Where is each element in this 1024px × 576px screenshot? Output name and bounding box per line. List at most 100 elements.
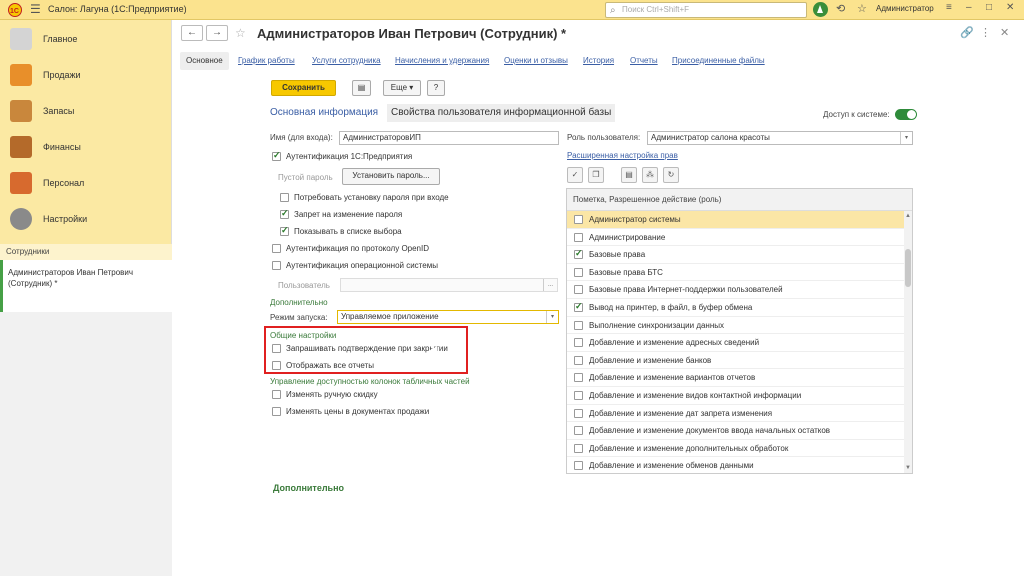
minimize-icon[interactable]: – [966,2,972,13]
tab-history[interactable]: История [583,52,614,70]
bell-icon[interactable] [813,2,828,17]
role-checkbox[interactable] [574,355,583,365]
role-checkbox[interactable] [574,391,583,400]
openid-checkbox[interactable] [272,244,281,253]
role-checkbox[interactable] [574,320,583,330]
uncheck-all-button[interactable]: ❐ [588,167,604,183]
table-row[interactable]: Добавление и изменение вариантов отчетов [567,369,904,387]
tab-accruals[interactable]: Начисления и удержания [395,52,489,70]
require-password-checkbox[interactable] [280,193,289,202]
change-prices-checkbox[interactable] [272,407,281,416]
tab-services[interactable]: Услуги сотрудника [312,52,381,70]
table-row[interactable]: Добавление и изменение видов контактной … [567,387,904,405]
empty-password-label: Пустой пароль [278,173,333,182]
tab-ratings[interactable]: Оценки и отзывы [504,52,568,70]
check-all-button[interactable]: ✓ [567,167,583,183]
document-button[interactable]: ▤ [352,80,371,96]
ask-confirm-checkbox[interactable] [272,344,281,353]
scroll-thumb[interactable] [905,249,911,287]
os-user-select-button[interactable]: ... [543,279,557,291]
forbid-change-checkbox[interactable] [280,208,289,219]
role-checkbox[interactable] [574,461,583,471]
more-icon[interactable]: ⋮ [980,26,991,39]
tab-main[interactable]: Основное [180,52,229,70]
tree-view-button[interactable]: ⁂ [642,167,658,183]
user-name[interactable]: Администратор [876,4,934,13]
role-checkbox[interactable] [574,426,583,436]
sidebar-item-settings[interactable]: Настройки [0,202,172,236]
sidebar-item-personnel[interactable]: Персонал [0,166,172,200]
role-checkbox[interactable] [574,301,583,312]
table-row[interactable]: Добавление и изменение банков [567,352,904,370]
auth-1c-checkbox[interactable] [272,150,281,161]
table-row[interactable]: Администрирование [567,229,904,247]
favorite-star-icon[interactable]: ☆ [235,26,246,40]
launch-mode-select[interactable]: Управляемое приложение ▾ [337,310,559,324]
role-table-header-label: Пометка, Разрешенное действие (роль) [573,195,722,204]
role-checkbox[interactable] [574,215,583,224]
show-in-list-checkbox[interactable] [280,225,289,236]
history-icon[interactable]: ⟲ [836,2,845,15]
open-window-item[interactable]: Администраторов Иван Петрович (Сотрудник… [0,260,172,312]
list-view-button[interactable]: ▤ [621,167,637,183]
ask-confirm-label: Запрашивать подтверждение при закрытии [286,344,448,353]
table-row[interactable]: Добавление и изменение дополнительных об… [567,440,904,458]
bottom-additional-header[interactable]: Дополнительно [273,483,344,493]
table-row[interactable]: Администратор системы [567,211,904,229]
tab-attached-files[interactable]: Присоединенные файлы [672,52,765,70]
set-password-button[interactable]: Установить пароль... [342,168,440,185]
back-button[interactable]: ← [181,25,203,41]
table-row[interactable]: Добавление и изменение документов ввода … [567,422,904,440]
hamburger-icon[interactable]: ☰ [30,3,41,16]
role-select[interactable]: Администратор салона красоты ▾ [647,131,913,145]
table-row[interactable]: Базовые права Интернет-поддержки пользов… [567,281,904,299]
table-row[interactable]: Добавление и изменение дат запрета измен… [567,405,904,423]
change-discount-checkbox[interactable] [272,390,281,399]
role-label: Добавление и изменение обменов данными [589,461,754,471]
sidebar-item-main[interactable]: Главное [0,22,172,56]
table-row[interactable]: Базовые права БТС [567,264,904,282]
forward-button[interactable]: → [206,25,228,41]
help-button[interactable]: ? [427,80,445,96]
sidebar-item-inventory[interactable]: Запасы [0,94,172,128]
search-input[interactable]: ⌕ Поиск Ctrl+Shift+F [605,2,807,18]
role-checkbox[interactable] [574,267,583,277]
sidebar-item-finance[interactable]: Финансы [0,130,172,164]
tab-main-info[interactable]: Основная информация [270,104,378,122]
role-checkbox[interactable] [574,285,583,295]
link-icon[interactable]: 🔗 [960,26,974,39]
columns-access-header: Управление доступностью колонок табличны… [270,377,470,386]
more-menu-button[interactable]: Еще ▾ [383,80,421,96]
close-icon[interactable]: ✕ [1006,2,1014,13]
show-reports-checkbox[interactable] [272,361,281,370]
tab-schedule[interactable]: График работы [238,52,295,70]
table-row[interactable]: Вывод на принтер, в файл, в буфер обмена [567,299,904,317]
role-table-scrollbar[interactable]: ▲ ▼ [904,211,912,473]
tab-reports[interactable]: Отчеты [630,52,658,70]
window-close-icon[interactable]: ✕ [1000,26,1009,39]
star-icon[interactable]: ☆ [857,2,867,15]
scroll-down-icon[interactable]: ▼ [905,465,911,471]
save-button[interactable]: Сохранить [271,80,336,96]
scroll-up-icon[interactable]: ▲ [905,213,911,219]
role-checkbox[interactable] [574,443,583,453]
os-user-input[interactable]: ... [340,278,558,292]
refresh-button[interactable]: ↻ [663,167,679,183]
role-checkbox[interactable] [574,408,583,418]
sidebar-item-sales[interactable]: Продажи [0,58,172,92]
settings-icon[interactable]: ≡ [946,2,952,13]
table-row[interactable]: Выполнение синхронизации данных [567,317,904,335]
login-input[interactable]: АдминистраторовИП [339,131,559,145]
table-row[interactable]: Добавление и изменение адресных сведений [567,334,904,352]
maximize-icon[interactable]: □ [986,2,992,13]
role-checkbox[interactable] [574,248,583,260]
role-checkbox[interactable] [574,338,583,348]
tab-user-props[interactable]: Свойства пользователя информационной баз… [387,104,616,122]
role-checkbox[interactable] [574,373,583,383]
os-auth-checkbox[interactable] [272,261,281,270]
access-toggle[interactable] [895,109,917,120]
role-checkbox[interactable] [574,232,583,242]
table-row[interactable]: Базовые права [567,246,904,264]
table-row[interactable]: Добавление и изменение обменов данными [567,457,904,473]
advanced-rights-link[interactable]: Расширенная настройка прав [567,151,678,160]
